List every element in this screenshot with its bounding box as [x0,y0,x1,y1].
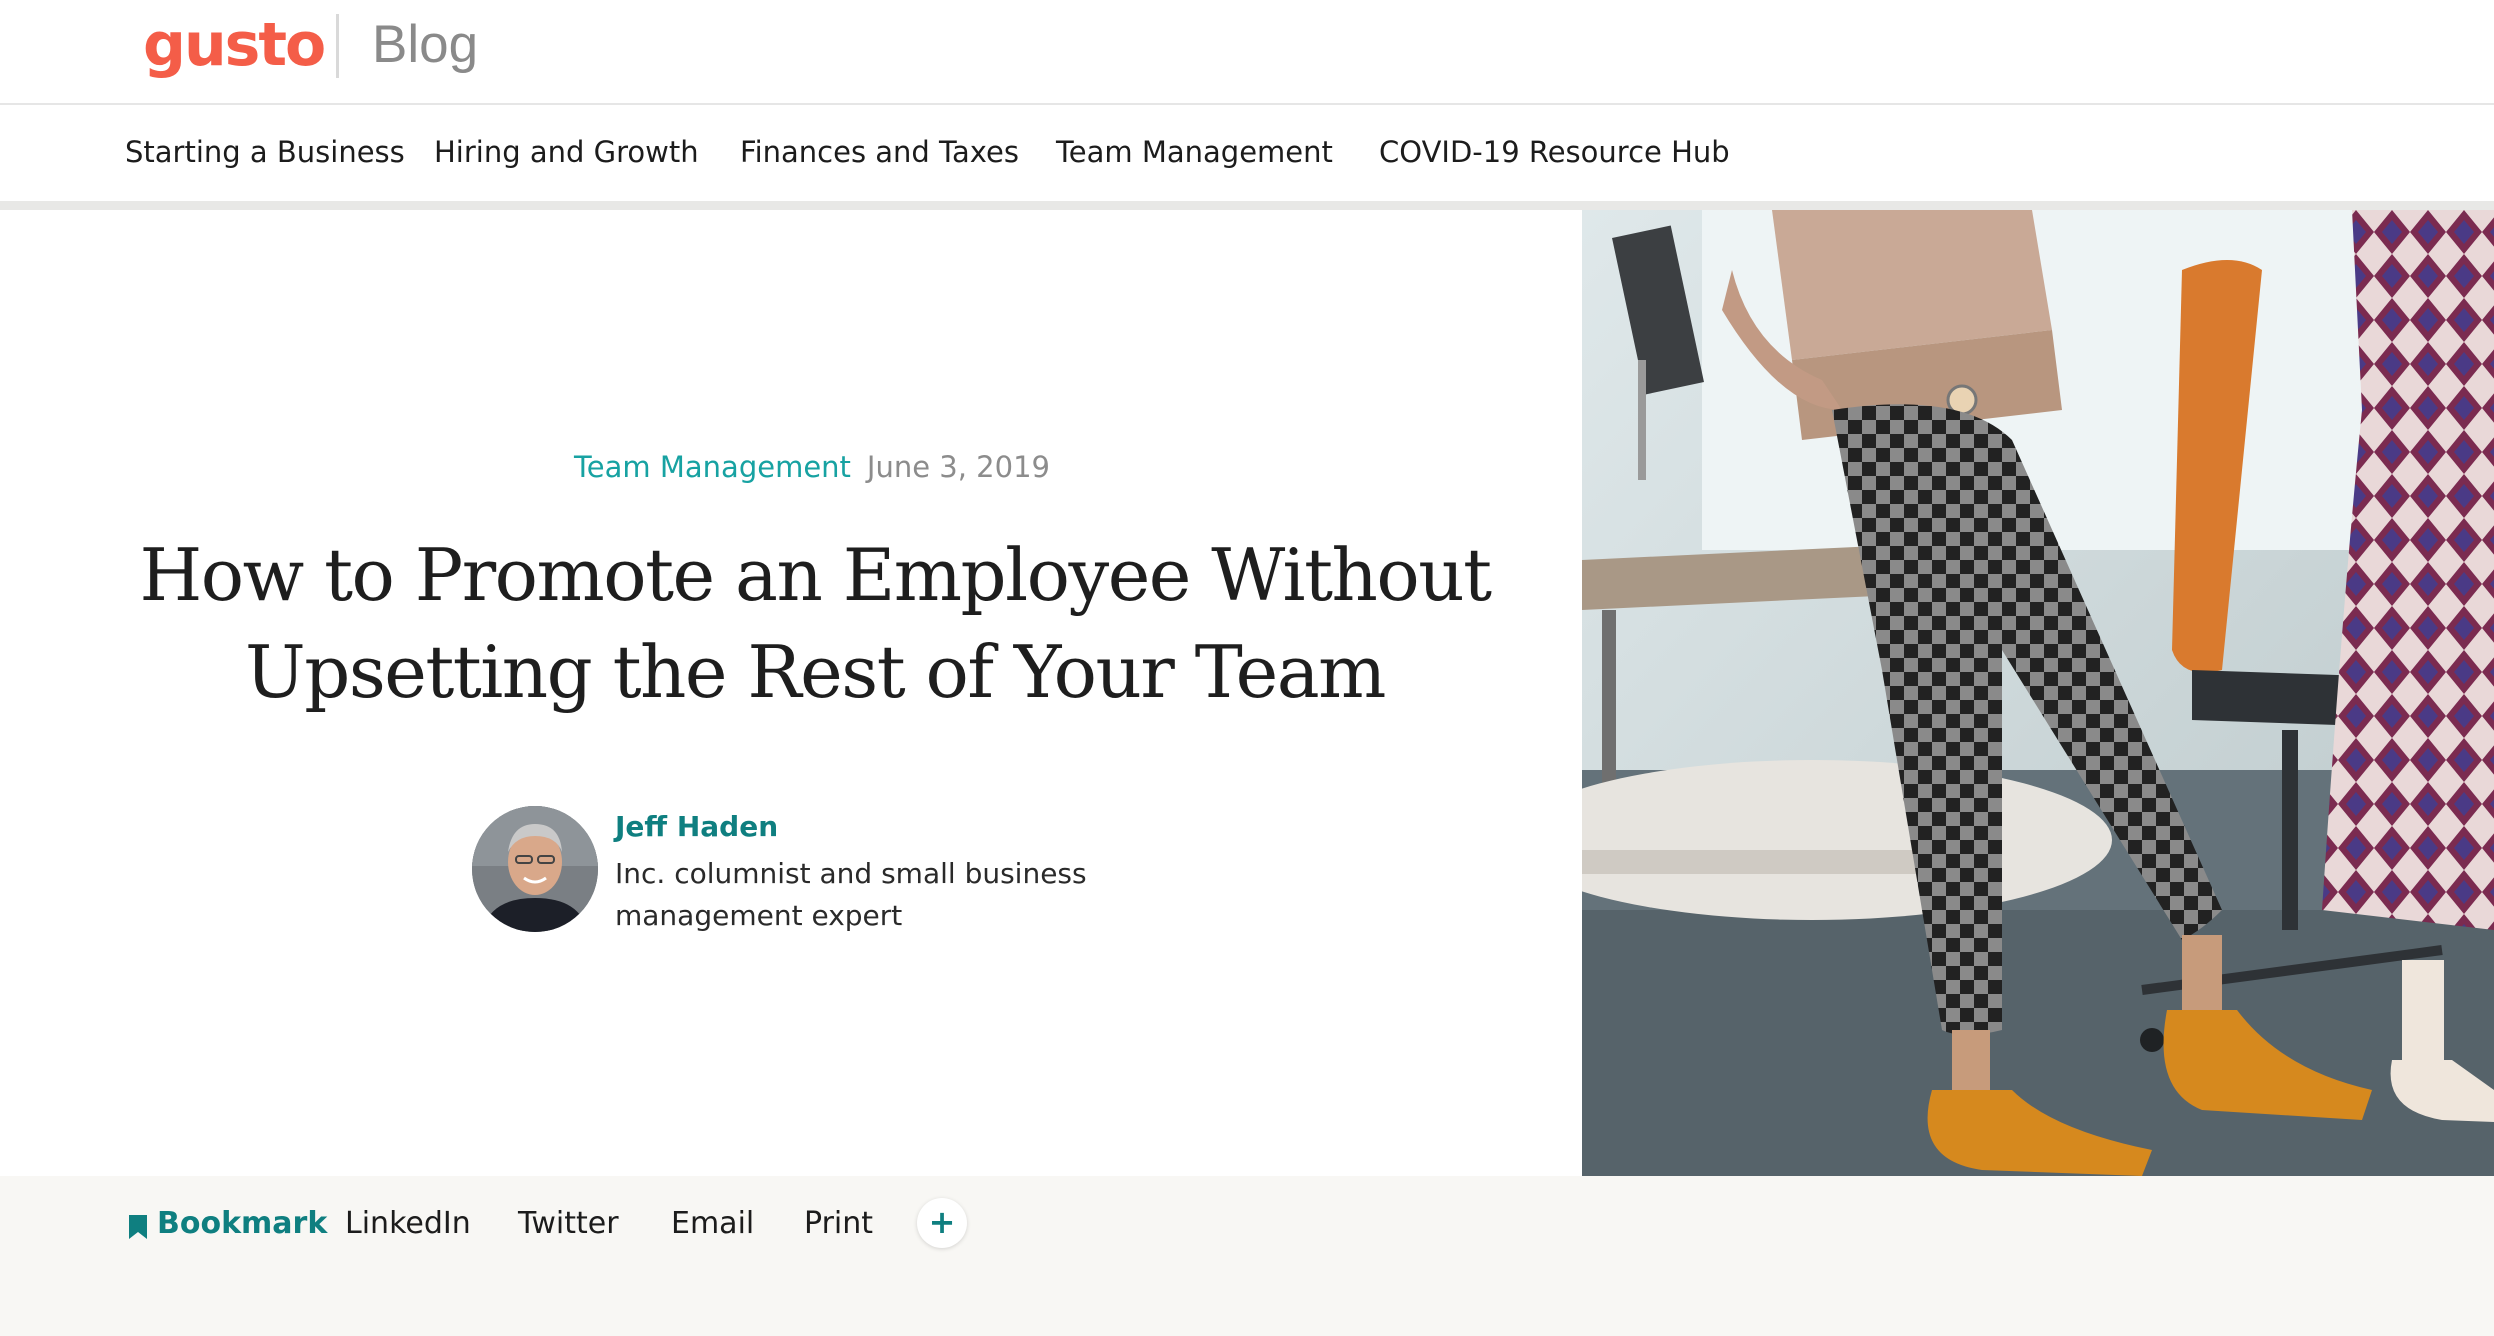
plus-icon: + [928,1203,956,1241]
nav-item-finances-and-taxes[interactable]: Finances and Taxes [740,135,1019,169]
nav-item-covid-19-resource-hub[interactable]: COVID-19 Resource Hub [1379,135,1730,169]
print-button[interactable]: Print [804,1206,873,1241]
bookmark-button[interactable]: Bookmark [157,1206,327,1241]
share-linkedin-button[interactable]: LinkedIn [345,1206,471,1241]
hero-image [1582,210,2494,1176]
article-meta: Team Management June 3, 2019 [0,450,1624,484]
article-category-link[interactable]: Team Management [574,450,851,484]
article-hero: Team Management June 3, 2019 How to Promo… [0,210,1582,1176]
site-header: gusto Blog [0,0,2494,105]
article-title: How to Promote an Employee Without Upset… [139,533,1492,714]
nav-item-hiring-and-growth[interactable]: Hiring and Growth [434,135,699,169]
author-avatar[interactable] [472,806,598,932]
article-date: June 3, 2019 [866,450,1050,484]
logo-divider [336,14,339,78]
share-bar: Bookmark LinkedIn Twitter Email Print + [0,1176,2494,1336]
author-name-link[interactable]: Jeff Haden [615,810,778,843]
share-email-button[interactable]: Email [671,1206,754,1241]
gusto-logo[interactable]: gusto [143,10,326,80]
nav-item-starting-a-business[interactable]: Starting a Business [125,135,405,169]
author-bio: Inc. columnist and small business manage… [615,857,1087,932]
nav-item-team-management[interactable]: Team Management [1056,135,1333,169]
nav-divider [0,201,2494,210]
blog-label[interactable]: Blog [372,14,478,75]
category-nav: Starting a Business Hiring and Growth Fi… [0,105,2494,203]
more-share-options-button[interactable]: + [917,1198,967,1248]
share-twitter-button[interactable]: Twitter [518,1206,619,1241]
bookmark-icon[interactable] [128,1214,148,1240]
